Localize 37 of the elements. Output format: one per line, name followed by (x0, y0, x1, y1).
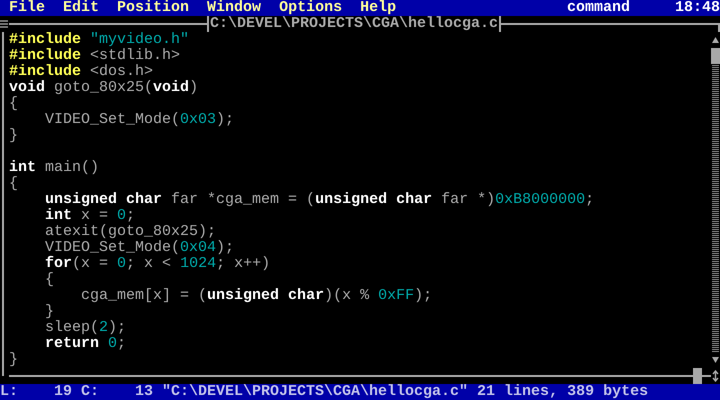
menu-item[interactable]: File (0, 0, 54, 16)
code-line: #include <dos.h> (9, 64, 154, 80)
line-number: 19 (52, 384, 72, 400)
code-line: sleep(2); (44, 320, 128, 336)
menu-item[interactable]: Options (270, 0, 352, 16)
menu-item[interactable]: Edit (54, 0, 108, 16)
code-line: int x = 0; (44, 208, 136, 224)
window-title: C:\DEVEL\PROJECTS\CGA\hellocga.c (207, 16, 502, 32)
line-label: L: (0, 384, 18, 400)
code-line: } (9, 352, 20, 368)
code-line: VIDEO_Set_Mode(0x03); (44, 112, 236, 128)
code-line: void goto_80x25(void) (9, 80, 200, 96)
code-line: return 0; (44, 336, 128, 352)
code-line: } (9, 128, 20, 144)
status-message: "C:\DEVEL\PROJECTS\CGA\hellocga.c" 21 lines, 389 bytes (162, 384, 648, 400)
code-line: { (9, 96, 20, 112)
horizontal-scroll-thumb[interactable] (693, 368, 702, 384)
code-line: for(x = 0; x < 1024; x++) (44, 256, 272, 272)
column-number: 13 (134, 384, 153, 400)
code-line: unsigned char far *cga_mem = (unsigned char far *)0xB8000000; (44, 192, 596, 208)
code-line: #include <stdlib.h> (9, 48, 182, 64)
column-label: C: (81, 384, 99, 400)
menu-item[interactable]: Window (198, 0, 270, 16)
code-line: cga_mem[x] = (unsigned char)(x % 0xFF); (80, 288, 434, 304)
resize-arrows-icon[interactable] (711, 368, 720, 384)
scrollbar-thumb[interactable] (711, 48, 720, 64)
code-line: int main() (9, 160, 100, 176)
menu-item[interactable]: Position (108, 0, 198, 16)
mode-indicator: command (566, 0, 631, 16)
code-line: VIDEO_Set_Mode(0x04); (44, 240, 236, 256)
code-line: { (44, 272, 56, 288)
code-line: } (44, 304, 56, 320)
menu-item[interactable]: Help (351, 0, 406, 16)
clock: 18:48 (674, 0, 720, 16)
code-line: { (9, 176, 20, 192)
code-line: #include "myvideo.h" (9, 32, 190, 48)
code-line: atexit(goto_80x25); (44, 224, 218, 240)
